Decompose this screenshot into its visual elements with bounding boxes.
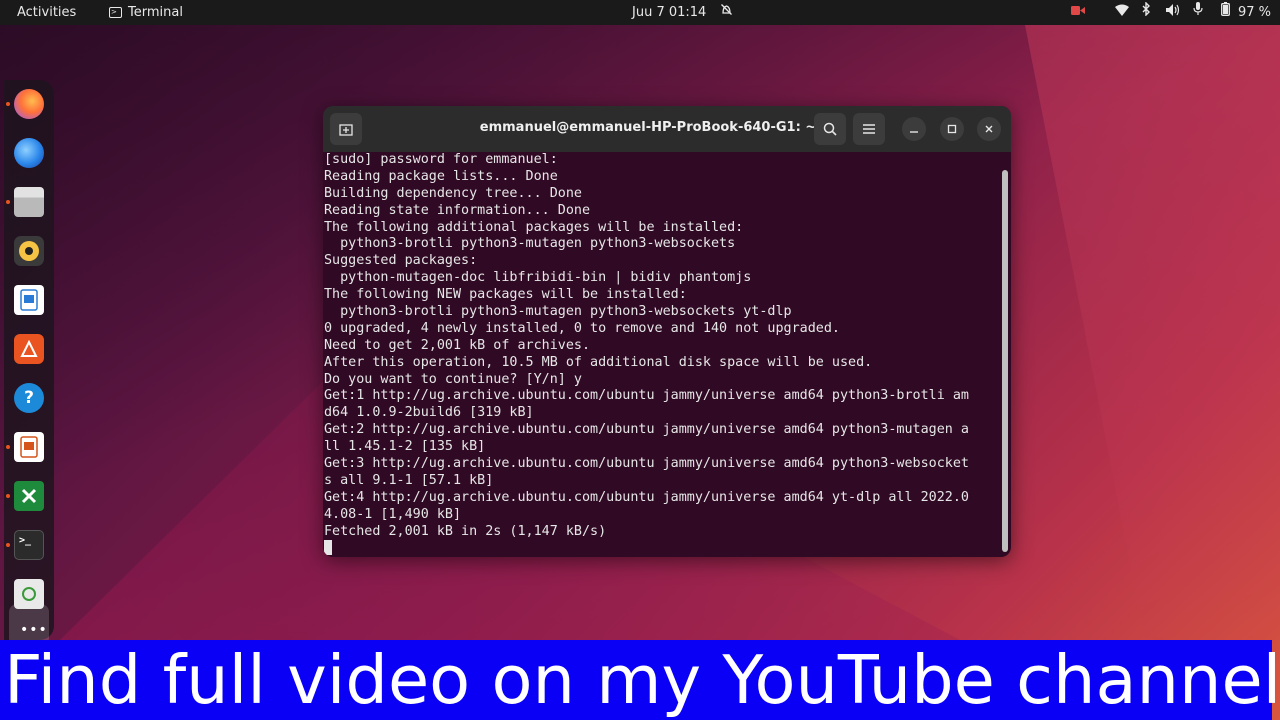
running-indicator <box>6 200 10 204</box>
thunderbird-icon[interactable] <box>14 138 44 168</box>
do-not-disturb-icon <box>720 0 733 25</box>
terminal-output[interactable]: [sudo] password for emmanuel: Reading pa… <box>324 152 1000 557</box>
files-icon[interactable] <box>14 187 44 217</box>
window-title: emmanuel@emmanuel-HP-ProBook-640-G1: ~ <box>479 120 817 135</box>
terminal-line: Building dependency tree... Done <box>324 185 582 201</box>
terminal-line: Get:3 http://ug.archive.ubuntu.com/ubunt… <box>324 456 969 472</box>
help-icon[interactable]: ? <box>14 383 44 413</box>
terminal-line: Reading state information... Done <box>324 202 591 218</box>
scrollbar[interactable] <box>1002 170 1008 552</box>
terminal-line: python-mutagen-doc libfribidi-bin | bidi… <box>324 270 752 286</box>
running-indicator <box>6 102 10 106</box>
new-tab-icon <box>339 124 353 136</box>
terminal-line: 0 upgraded, 4 newly installed, 0 to remo… <box>324 320 840 336</box>
dock: ? >_ ••• <box>4 80 54 646</box>
close-icon <box>985 125 993 133</box>
close-button[interactable] <box>977 117 1001 141</box>
camera-in-use-icon[interactable] <box>1071 0 1085 25</box>
header-bar: emmanuel@emmanuel-HP-ProBook-640-G1: ~ <box>323 106 1011 152</box>
terminal-line: Suggested packages: <box>324 253 478 269</box>
new-tab-button[interactable] <box>330 113 362 145</box>
minimize-button[interactable] <box>902 117 926 141</box>
battery-percentage: 97 % <box>1238 5 1272 20</box>
terminal-line: Do you want to continue? [Y/n] y <box>324 371 582 387</box>
wallpaper-facet-right <box>1025 25 1280 640</box>
search-icon <box>823 122 837 136</box>
terminal-line: d64 1.0.9-2build6 [319 kB] <box>324 405 534 421</box>
text-cursor <box>324 540 332 556</box>
activities-button[interactable]: Activities <box>17 0 76 25</box>
hamburger-icon <box>863 124 875 134</box>
caption-banner: Find full video on my YouTube channel <box>0 640 1280 720</box>
wifi-icon[interactable] <box>1115 0 1129 25</box>
terminal-line: Reading package lists... Done <box>324 168 558 184</box>
terminal-line: Get:2 http://ug.archive.ubuntu.com/ubunt… <box>324 422 969 438</box>
firefox-icon[interactable] <box>14 89 44 119</box>
terminal-prompt-line <box>324 540 1000 557</box>
terminal-line: Fetched 2,001 kB in 2s (1,147 kB/s) <box>324 523 607 539</box>
app-name: Terminal <box>128 5 183 20</box>
trash-icon[interactable] <box>14 579 44 609</box>
show-apps-icon[interactable]: ••• <box>20 623 48 637</box>
terminal-line: [sudo] password for emmanuel: <box>324 152 558 167</box>
search-button[interactable] <box>814 113 846 145</box>
impress-icon[interactable] <box>14 432 44 462</box>
terminal-line: The following NEW packages will be insta… <box>324 287 687 303</box>
microphone-icon[interactable] <box>1193 0 1203 25</box>
terminal-line: After this operation, 10.5 MB of additio… <box>324 354 873 370</box>
terminal-icon[interactable]: >_ <box>14 530 44 560</box>
terminal-line: ll 1.45.1-2 [135 kB] <box>324 439 486 455</box>
bluetooth-icon[interactable] <box>1142 0 1151 25</box>
volume-icon[interactable] <box>1166 0 1180 25</box>
app-menu-button[interactable]: > Terminal <box>109 0 183 25</box>
running-indicator <box>6 445 10 449</box>
terminal-icon: > <box>109 7 122 18</box>
clock[interactable]: Juu 7 01:14 <box>632 0 706 25</box>
running-indicator <box>6 494 10 498</box>
terminal-line: python3-brotli python3-mutagen python3-w… <box>324 236 736 252</box>
terminal-line: s all 9.1-1 [57.1 kB] <box>324 472 494 488</box>
terminal-line: Get:4 http://ug.archive.ubuntu.com/ubunt… <box>324 489 969 505</box>
calc-icon[interactable] <box>14 481 44 511</box>
top-bar: Activities > Terminal Juu 7 01:14 97 % <box>0 0 1280 25</box>
rhythmbox-icon[interactable] <box>14 236 44 266</box>
maximize-icon <box>947 124 957 134</box>
terminal-line: Need to get 2,001 kB of archives. <box>324 337 591 353</box>
terminal-window: emmanuel@emmanuel-HP-ProBook-640-G1: ~ [… <box>323 106 1011 557</box>
writer-icon[interactable] <box>14 285 44 315</box>
terminal-line: Get:1 http://ug.archive.ubuntu.com/ubunt… <box>324 388 969 404</box>
terminal-line: 4.08-1 [1,490 kB] <box>324 506 462 522</box>
terminal-line: The following additional packages will b… <box>324 219 744 235</box>
maximize-button[interactable] <box>940 117 964 141</box>
running-indicator <box>6 543 10 547</box>
minimize-icon <box>910 131 918 133</box>
battery-icon[interactable] <box>1221 0 1230 25</box>
terminal-line: python3-brotli python3-mutagen python3-w… <box>324 304 792 320</box>
app-center-icon[interactable] <box>14 334 44 364</box>
menu-button[interactable] <box>853 113 885 145</box>
